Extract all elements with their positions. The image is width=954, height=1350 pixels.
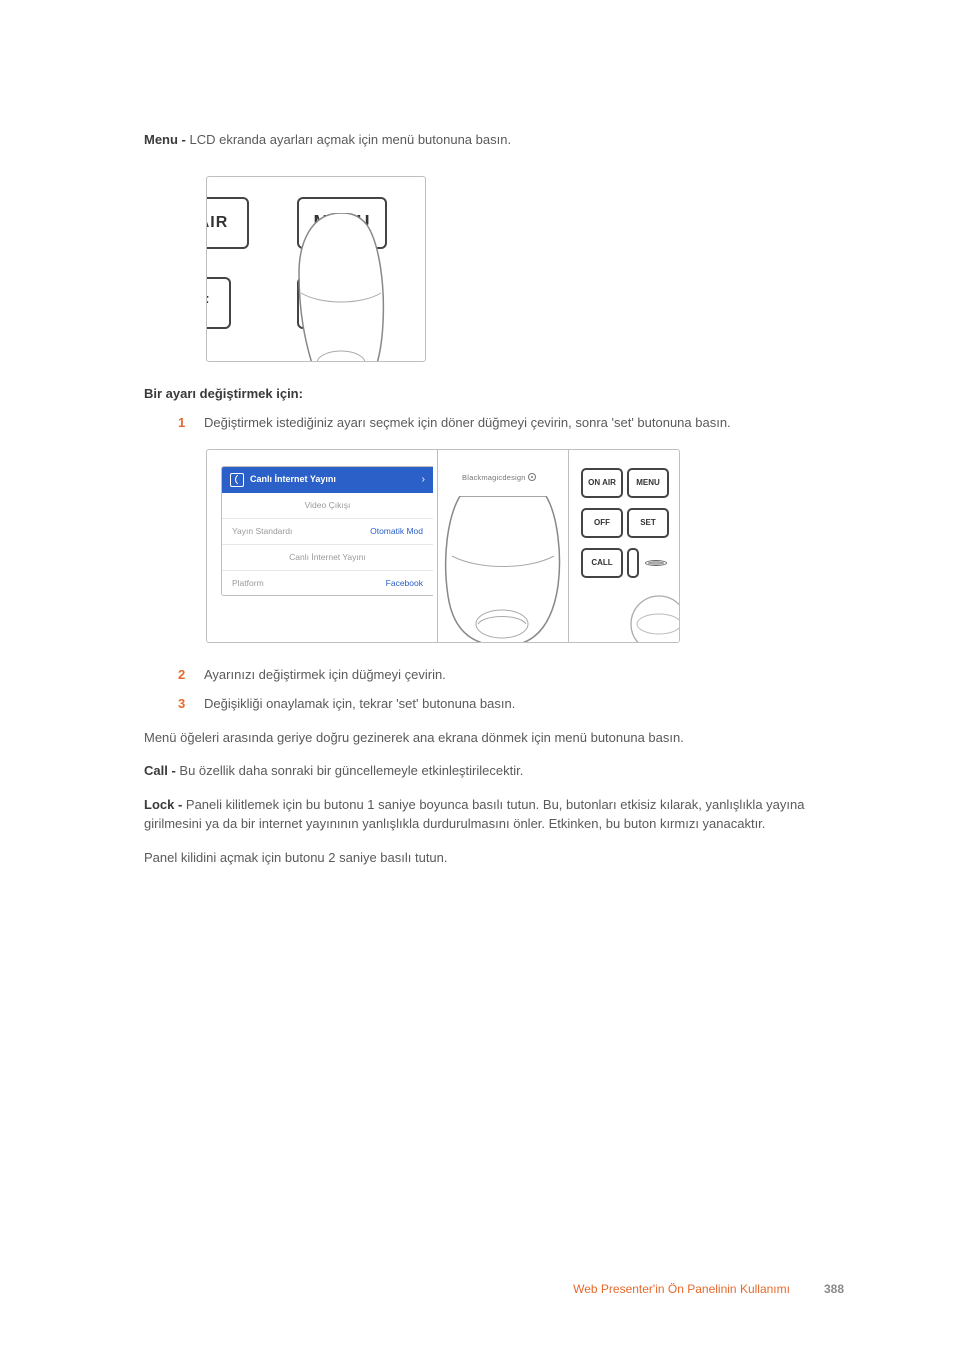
knob-panel: Blackmagicdesign	[438, 449, 568, 643]
lcd-panel: Canlı İnternet Yayını › Video Çıkışı Yay…	[206, 449, 438, 643]
step-list: 1 Değiştirmek istediğiniz ayarı seçmek i…	[144, 413, 844, 433]
hw-button-call: CALL	[581, 548, 623, 578]
set-label: SET	[640, 517, 656, 529]
after-steps-paragraph: Menü öğeleri arasında geriye doğru gezin…	[144, 728, 844, 748]
step-2-num: 2	[178, 665, 188, 685]
call-lead: Call -	[144, 763, 179, 778]
lcd-row2-right: Otomatik Mod	[370, 525, 423, 538]
hw-button-air: AIR	[206, 197, 249, 249]
lcd-row-platform: Platform Facebook	[222, 571, 433, 596]
hw-button-off: OFF	[581, 508, 623, 538]
lcd-row3-label: Canlı İnternet Yayını	[289, 551, 366, 564]
call-text: Bu özellik daha sonraki bir güncellemeyl…	[179, 763, 523, 778]
lcd-row-live: Canlı İnternet Yayını	[222, 545, 433, 571]
broadcast-icon	[230, 473, 244, 487]
menu-sm-label: MENU	[636, 477, 660, 489]
hw-button-set: SET	[627, 508, 669, 538]
step-1-text: Değiştirmek istediğiniz ayarı seçmek içi…	[204, 413, 844, 433]
hw-button-f: F	[206, 277, 231, 329]
thumb-illustration	[271, 213, 411, 362]
rotary-knob	[444, 496, 562, 643]
lcd-row-standard: Yayın Standardı Otomatik Mod	[222, 519, 433, 545]
page-footer: Web Presenter'in Ön Panelinin Kullanımı …	[573, 1280, 844, 1298]
lcd-title: Canlı İnternet Yayını	[250, 473, 416, 487]
lcd-screen: Canlı İnternet Yayını › Video Çıkışı Yay…	[221, 466, 433, 596]
menu-lead: Menu -	[144, 132, 190, 147]
footer-title: Web Presenter'in Ön Panelinin Kullanımı	[573, 1280, 790, 1298]
lcd-row4-left: Platform	[232, 577, 264, 590]
onair-label: ON AIR	[588, 477, 616, 489]
document-page: Menu - LCD ekranda ayarları açmak için m…	[0, 0, 954, 1350]
figure-lcd-knob-buttons: Canlı İnternet Yayını › Video Çıkışı Yay…	[206, 449, 844, 643]
mini-scroll-wheel	[643, 548, 669, 578]
hw-button-air-label: AIR	[206, 211, 228, 235]
step-2-text: Ayarınızı değiştirmek için düğmeyi çevir…	[204, 665, 844, 685]
step-3-text: Değişikliği onaylamak için, tekrar 'set'…	[204, 694, 844, 714]
brand-text: Blackmagicdesign	[462, 472, 526, 483]
off-label: OFF	[594, 517, 610, 529]
lock-text: Paneli kilitlemek için bu butonu 1 saniy…	[144, 797, 804, 832]
menu-paragraph: Menu - LCD ekranda ayarları açmak için m…	[144, 130, 844, 150]
unlock-paragraph: Panel kilidini açmak için butonu 2 saniy…	[144, 848, 844, 868]
footer-page-number: 388	[824, 1280, 844, 1298]
step-1-num: 1	[178, 413, 188, 433]
step-3: 3 Değişikliği onaylamak için, tekrar 'se…	[178, 694, 844, 714]
call-paragraph: Call - Bu özellik daha sonraki bir günce…	[144, 761, 844, 781]
lcd-row1-label: Video Çıkışı	[305, 499, 351, 512]
lcd-row2-left: Yayın Standardı	[232, 525, 292, 538]
heading-change-setting: Bir ayarı değiştirmek için:	[144, 384, 844, 404]
brand-ring-icon	[528, 473, 536, 481]
call-label: CALL	[591, 557, 612, 569]
step-1: 1 Değiştirmek istediğiniz ayarı seçmek i…	[178, 413, 844, 433]
button-panel: ON AIR MENU OFF SET CALL	[568, 449, 680, 643]
mini-scroll-frame	[627, 548, 639, 578]
figure-menu-button: AIR MENU F	[206, 176, 426, 362]
step-2: 2 Ayarınızı değiştirmek için düğmeyi çev…	[178, 665, 844, 685]
brand-label: Blackmagicdesign	[462, 472, 536, 483]
lcd-row4-right: Facebook	[386, 577, 423, 590]
menu-text: LCD ekranda ayarları açmak için menü but…	[190, 132, 512, 147]
hw-button-onair: ON AIR	[581, 468, 623, 498]
step-3-num: 3	[178, 694, 188, 714]
hw-button-f-label: F	[206, 291, 209, 315]
hw-button-menu-sm: MENU	[627, 468, 669, 498]
lock-paragraph: Lock - Paneli kilitlemek için bu butonu …	[144, 795, 844, 834]
chevron-right-icon: ›	[422, 472, 425, 487]
lcd-title-bar: Canlı İnternet Yayını ›	[222, 467, 433, 493]
mini-knob	[625, 590, 680, 643]
lcd-row-video-output: Video Çıkışı	[222, 493, 433, 519]
step-list-2: 2 Ayarınızı değiştirmek için düğmeyi çev…	[144, 665, 844, 714]
lock-lead: Lock -	[144, 797, 186, 812]
